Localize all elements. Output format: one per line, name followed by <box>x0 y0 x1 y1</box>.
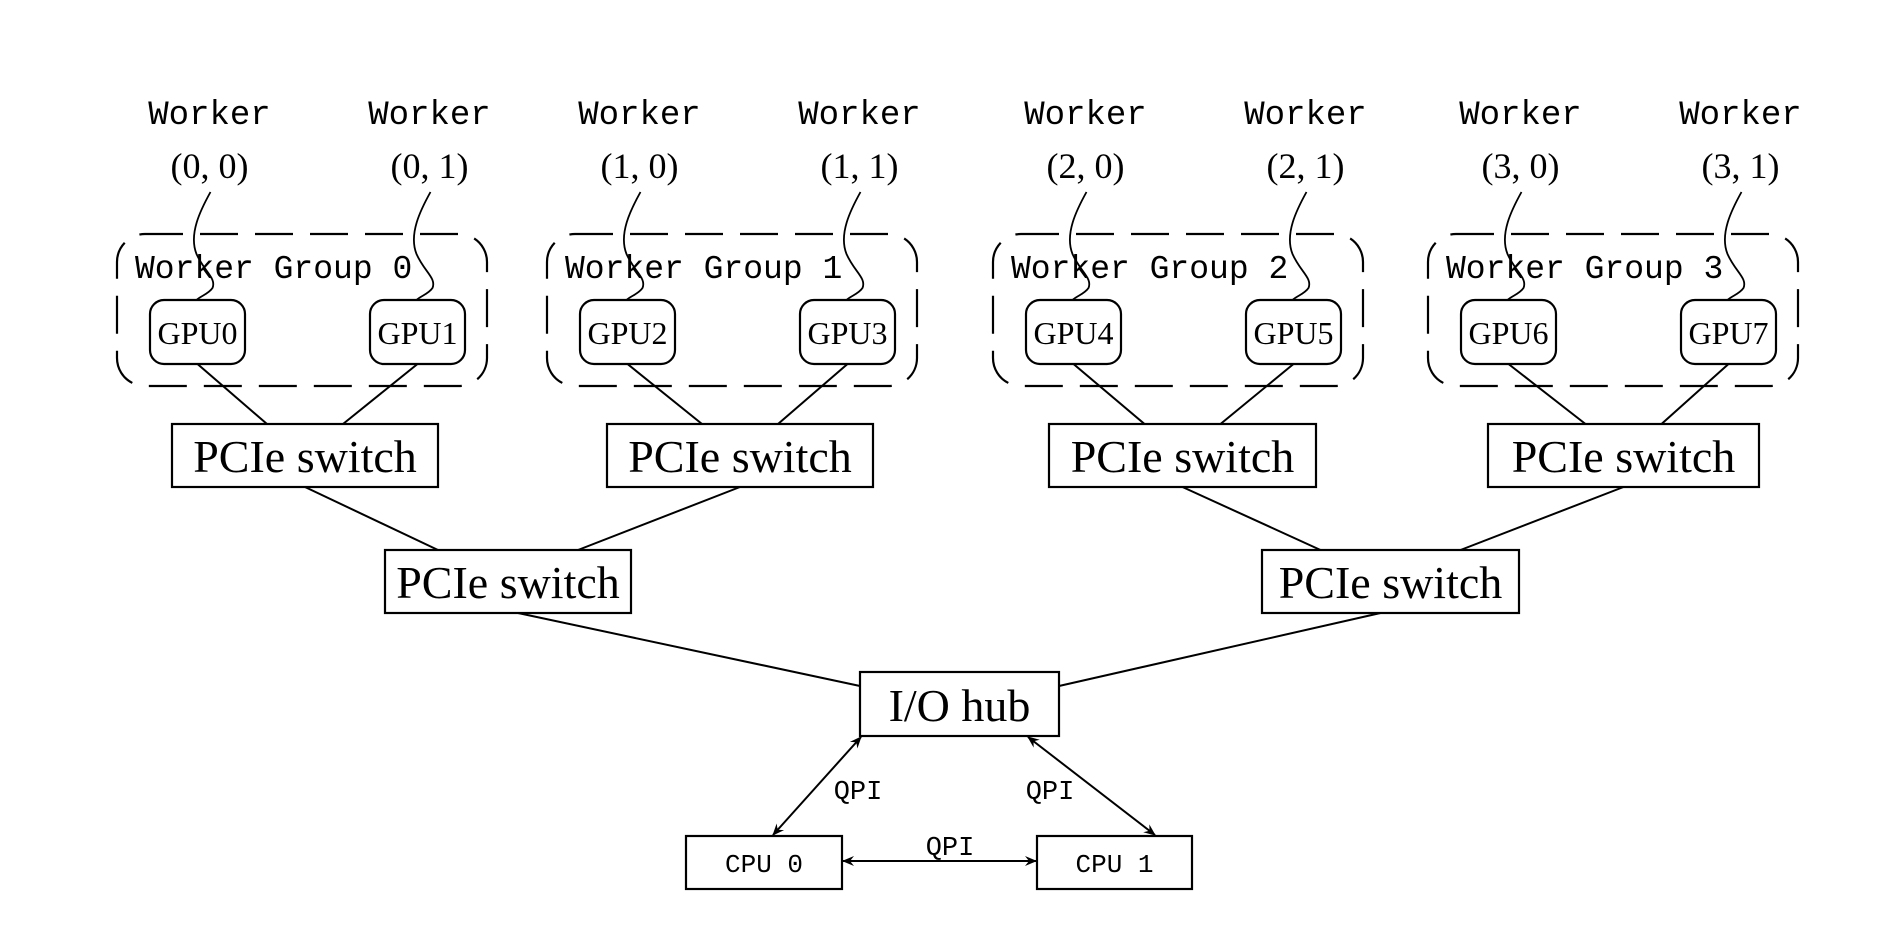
worker-title: Worker <box>1459 97 1581 135</box>
gpu-label: GPU3 <box>807 315 887 351</box>
gpu-to-switch-link <box>342 363 419 425</box>
gpu-label: GPU1 <box>377 315 457 351</box>
pcie-switch-l1-1[interactable]: PCIe switch <box>605 422 875 489</box>
pcie-switch-l2-1[interactable]: PCIe switch <box>1260 548 1521 615</box>
gpu-to-switch-link <box>1072 363 1146 425</box>
worker-group-label: Worker Group 0 <box>135 251 412 288</box>
worker-title: Worker <box>1679 97 1801 135</box>
gpu-node-2[interactable]: GPU2 <box>578 298 677 366</box>
gpu-node-7[interactable]: GPU7 <box>1679 298 1778 366</box>
gpu-to-switch-link <box>777 363 849 425</box>
worker-connector-5 <box>1288 191 1311 301</box>
gpu-to-switch-link <box>1660 363 1730 425</box>
gpu-to-switch-link <box>626 363 703 425</box>
gpu-to-switch-link <box>1219 363 1295 425</box>
switch-l1-to-l2-link <box>1460 486 1624 551</box>
gpu-node-3[interactable]: GPU3 <box>798 298 897 366</box>
pcie-switch-label: PCIe switch <box>628 431 852 482</box>
qpi-label-bottom: QPI <box>926 834 975 864</box>
gpu-to-switch-link <box>1507 363 1587 425</box>
worker-coord: (0, 1) <box>391 146 469 186</box>
gpu-to-switch-link <box>196 363 268 425</box>
worker-title: Worker <box>1024 97 1146 135</box>
worker-group-label: Worker Group 3 <box>1446 251 1723 288</box>
nodes-layer: GPU0 GPU1 GPU2 GPU3 GPU4 GPU5 GPU6 GPU7 PCIe swi… <box>148 298 1778 891</box>
io-hub-label: I/O hub <box>889 680 1031 731</box>
pcie-switch-l1-2[interactable]: PCIe switch <box>1047 422 1318 489</box>
switch-l2-to-iohub-link <box>1058 612 1381 687</box>
worker-connector-3 <box>842 191 865 301</box>
switch-l2-to-iohub-link <box>517 612 861 687</box>
worker-connector-7 <box>1723 191 1746 301</box>
gpu-label: GPU6 <box>1468 315 1548 351</box>
pcie-switch-l2-0[interactable]: PCIe switch <box>383 548 633 615</box>
worker-title: Worker <box>148 97 270 135</box>
cpu-node-1[interactable]: CPU 1 <box>1035 834 1194 891</box>
switch-l1-to-l2-link <box>577 486 741 551</box>
worker-coord: (2, 1) <box>1267 146 1345 186</box>
gpu-topology-diagram: GPU0 GPU1 GPU2 GPU3 GPU4 GPU5 GPU6 GPU7 PCIe swi… <box>115 97 1802 891</box>
gpu-node-1[interactable]: GPU1 <box>368 298 467 366</box>
gpu-label: GPU0 <box>157 315 237 351</box>
worker-group-label: Worker Group 2 <box>1011 251 1288 288</box>
worker-coord: (0, 0) <box>171 146 249 186</box>
worker-coord: (3, 1) <box>1702 146 1780 186</box>
switch-l1-to-l2-link <box>1182 486 1321 551</box>
pcie-switch-label: PCIe switch <box>193 431 417 482</box>
gpu-node-6[interactable]: GPU6 <box>1459 298 1558 366</box>
pcie-switch-l1-3[interactable]: PCIe switch <box>1486 422 1761 489</box>
pcie-switch-label: PCIe switch <box>1071 431 1295 482</box>
worker-title: Worker <box>798 97 920 135</box>
worker-title: Worker <box>368 97 490 135</box>
pcie-switch-label: PCIe switch <box>1512 431 1736 482</box>
worker-coord: (3, 0) <box>1482 146 1560 186</box>
gpu-label: GPU4 <box>1033 315 1113 351</box>
cpu-node-0[interactable]: CPU 0 <box>684 834 844 891</box>
io-hub-node[interactable]: I/O hub <box>858 670 1061 738</box>
worker-title: Worker <box>578 97 700 135</box>
cpu-label: CPU 1 <box>1075 850 1153 880</box>
worker-coord: (1, 0) <box>601 146 679 186</box>
gpu-label: GPU2 <box>587 315 667 351</box>
cpu-label: CPU 0 <box>725 850 803 880</box>
switch-l1-to-l2-link <box>304 486 439 551</box>
worker-group-label: Worker Group 1 <box>565 251 842 288</box>
worker-title: Worker <box>1244 97 1366 135</box>
gpu-label: GPU5 <box>1253 315 1333 351</box>
worker-coord: (1, 1) <box>821 146 899 186</box>
qpi-label-left: QPI <box>834 778 883 808</box>
gpu-node-4[interactable]: GPU4 <box>1024 298 1123 366</box>
gpu-label: GPU7 <box>1688 315 1768 351</box>
pcie-switch-label: PCIe switch <box>396 557 620 608</box>
gpu-node-0[interactable]: GPU0 <box>148 298 247 366</box>
pcie-switch-label: PCIe switch <box>1279 557 1503 608</box>
gpu-node-5[interactable]: GPU5 <box>1244 298 1343 366</box>
worker-connector-1 <box>412 191 435 301</box>
qpi-label-right: QPI <box>1026 778 1075 808</box>
pcie-switch-l1-0[interactable]: PCIe switch <box>170 422 440 489</box>
worker-coord: (2, 0) <box>1047 146 1125 186</box>
